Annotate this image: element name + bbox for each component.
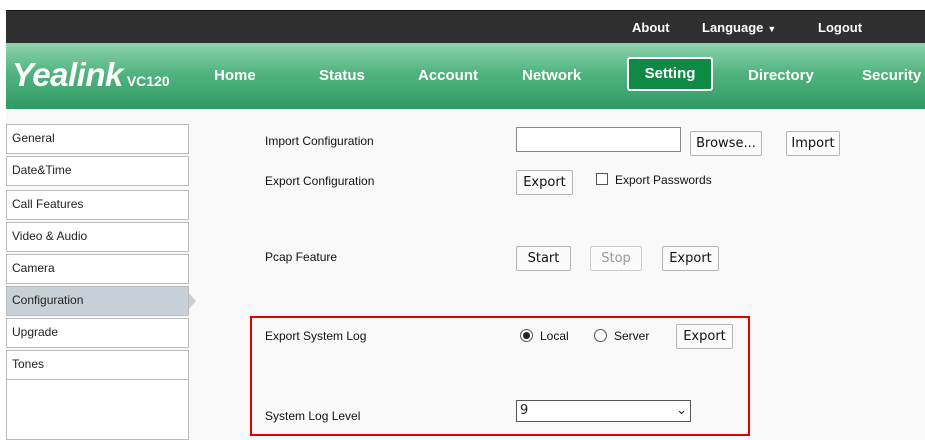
nav-setting[interactable]: Setting	[627, 57, 713, 91]
caret-down-icon: ▼	[767, 24, 777, 34]
radio-selected-icon	[523, 332, 530, 339]
system-log-level-label: System Log Level	[265, 409, 361, 423]
main-nav: Yealink VC120 Home Status Account Network…	[6, 43, 925, 109]
about-link[interactable]: About	[632, 20, 670, 35]
sidebar-item-date-time[interactable]: Date&Time	[6, 156, 189, 186]
local-label: Local	[540, 329, 569, 343]
active-pointer-icon	[189, 293, 196, 309]
nav-network[interactable]: Network	[522, 67, 581, 84]
import-file-input[interactable]	[516, 127, 681, 152]
chevron-down-icon: ⌄	[676, 403, 687, 418]
sidebar-item-configuration[interactable]: Configuration	[6, 286, 189, 316]
sidebar-filler	[6, 380, 189, 440]
top-bar: About Language ▼ Logout	[6, 10, 925, 44]
import-button[interactable]: Import	[786, 131, 840, 156]
local-radio[interactable]	[520, 329, 533, 342]
server-radio[interactable]	[594, 329, 607, 342]
sidebar-item-tones[interactable]: Tones	[6, 350, 189, 380]
import-config-label: Import Configuration	[265, 134, 374, 148]
export-passwords-label: Export Passwords	[615, 173, 712, 187]
export-log-button[interactable]: Export	[676, 324, 733, 349]
pcap-stop-button[interactable]: Stop	[590, 246, 642, 271]
export-passwords-checkbox[interactable]	[596, 173, 608, 185]
brand-name: Yealink	[12, 56, 123, 93]
sidebar-item-general[interactable]: General	[6, 124, 189, 154]
log-level-select[interactable]: 9 ⌄	[516, 400, 691, 422]
nav-security[interactable]: Security	[862, 67, 921, 84]
export-system-log-label: Export System Log	[265, 329, 367, 343]
sidebar-item-video-audio[interactable]: Video & Audio	[6, 222, 189, 252]
nav-directory[interactable]: Directory	[748, 67, 814, 84]
pcap-export-button[interactable]: Export	[662, 246, 719, 271]
nav-status[interactable]: Status	[319, 67, 365, 84]
nav-home[interactable]: Home	[214, 67, 256, 84]
model-name: VC120	[126, 73, 170, 89]
export-config-label: Export Configuration	[265, 174, 375, 188]
sidebar-item-camera[interactable]: Camera	[6, 254, 189, 284]
logout-link[interactable]: Logout	[818, 20, 862, 35]
language-label: Language	[702, 20, 764, 35]
sidebar-item-call-features[interactable]: Call Features	[6, 190, 189, 220]
yealink-logo: Yealink VC120	[12, 56, 170, 94]
page-frame: About Language ▼ Logout Yealink VC120 Home…	[6, 10, 925, 440]
nav-account[interactable]: Account	[418, 67, 478, 84]
pcap-start-button[interactable]: Start	[516, 246, 571, 271]
browse-button[interactable]: Browse...	[690, 131, 762, 156]
log-level-value: 9	[520, 403, 529, 418]
export-config-button[interactable]: Export	[516, 170, 573, 195]
pcap-feature-label: Pcap Feature	[265, 250, 338, 264]
sidebar-item-upgrade[interactable]: Upgrade	[6, 318, 189, 348]
server-label: Server	[614, 329, 650, 343]
language-menu[interactable]: Language ▼	[702, 20, 776, 35]
